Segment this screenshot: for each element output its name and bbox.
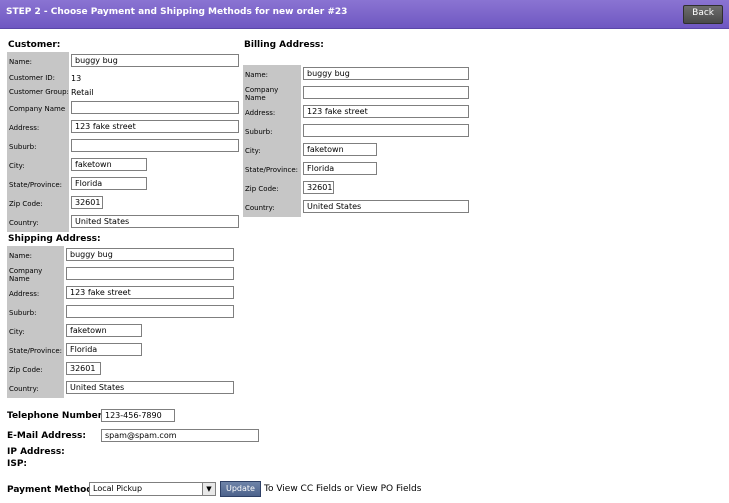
isp-label: ISP:	[7, 459, 28, 469]
billing-company-label: Company Name	[243, 84, 301, 103]
customer-company-input[interactable]	[71, 101, 239, 114]
customer-zip-label: Zip Code:	[7, 194, 69, 213]
billing-name-input[interactable]: buggy bug	[303, 67, 469, 80]
customer-name-label: Name:	[7, 52, 69, 71]
ip-address-label: IP Address:	[7, 447, 65, 457]
billing-state-label: State/Province:	[243, 160, 301, 179]
email-input[interactable]: spam@spam.com	[101, 429, 259, 442]
customer-id-label: Customer ID:	[7, 71, 69, 85]
customer-id-value: 13	[71, 73, 82, 83]
billing-zip-label: Zip Code:	[243, 179, 301, 198]
shipping-form: Name: buggy bug Company Name Address: 12…	[7, 246, 234, 398]
page-header: STEP 2 - Choose Payment and Shipping Met…	[0, 0, 729, 29]
customer-form: Name: buggy bug Customer ID: 13 Customer…	[7, 52, 239, 232]
customer-state-label: State/Province:	[7, 175, 69, 194]
customer-state-input[interactable]: Florida	[71, 177, 147, 190]
payment-hint-text: To View CC Fields or View PO Fields	[264, 484, 422, 494]
payment-method-label: Payment Method:	[7, 485, 97, 495]
billing-country-input[interactable]: United States	[303, 200, 469, 213]
customer-company-label: Company Name	[7, 99, 69, 118]
shipping-address-label: Address:	[7, 284, 64, 303]
back-button[interactable]: Back	[683, 5, 723, 24]
billing-suburb-label: Suburb:	[243, 122, 301, 141]
billing-city-input[interactable]: faketown	[303, 143, 377, 156]
shipping-name-label: Name:	[7, 246, 64, 265]
billing-state-input[interactable]: Florida	[303, 162, 377, 175]
shipping-state-label: State/Province:	[7, 341, 64, 360]
billing-suburb-input[interactable]	[303, 124, 469, 137]
shipping-suburb-label: Suburb:	[7, 303, 64, 322]
page-title: STEP 2 - Choose Payment and Shipping Met…	[6, 7, 348, 17]
phone-label: Telephone Number:	[7, 411, 106, 421]
billing-company-input[interactable]	[303, 86, 469, 99]
customer-city-label: City:	[7, 156, 69, 175]
customer-city-input[interactable]: faketown	[71, 158, 147, 171]
shipping-zip-label: Zip Code:	[7, 360, 64, 379]
payment-method-selected: Local Pickup	[93, 484, 143, 493]
customer-country-label: Country:	[7, 213, 69, 232]
billing-country-label: Country:	[243, 198, 301, 217]
customer-group-label: Customer Group:	[7, 85, 69, 99]
customer-address-label: Address:	[7, 118, 69, 137]
email-label: E-Mail Address:	[7, 431, 86, 441]
phone-input[interactable]: 123-456-7890	[101, 409, 175, 422]
customer-name-input[interactable]: buggy bug	[71, 54, 239, 67]
billing-address-input[interactable]: 123 fake street	[303, 105, 469, 118]
customer-suburb-label: Suburb:	[7, 137, 69, 156]
update-button[interactable]: Update	[220, 481, 261, 497]
shipping-section-title: Shipping Address:	[8, 234, 101, 244]
customer-suburb-input[interactable]	[71, 139, 239, 152]
shipping-company-input[interactable]	[66, 267, 234, 280]
shipping-country-input[interactable]: United States	[66, 381, 234, 394]
shipping-suburb-input[interactable]	[66, 305, 234, 318]
shipping-name-input[interactable]: buggy bug	[66, 248, 234, 261]
customer-zip-input[interactable]: 32601	[71, 196, 103, 209]
billing-form: Name: buggy bug Company Name Address: 12…	[243, 65, 469, 217]
shipping-zip-input[interactable]: 32601	[66, 362, 101, 375]
chevron-down-icon[interactable]: ▼	[202, 483, 215, 495]
billing-zip-input[interactable]: 32601	[303, 181, 334, 194]
shipping-address-input[interactable]: 123 fake street	[66, 286, 234, 299]
billing-section-title: Billing Address:	[244, 40, 324, 50]
billing-city-label: City:	[243, 141, 301, 160]
customer-group-value: Retail	[71, 87, 94, 97]
shipping-country-label: Country:	[7, 379, 64, 398]
payment-method-select[interactable]: Local Pickup ▼	[89, 482, 216, 496]
shipping-state-input[interactable]: Florida	[66, 343, 142, 356]
customer-section-title: Customer:	[8, 40, 61, 50]
customer-country-input[interactable]: United States	[71, 215, 239, 228]
billing-name-label: Name:	[243, 65, 301, 84]
billing-address-label: Address:	[243, 103, 301, 122]
shipping-company-label: Company Name	[7, 265, 64, 284]
shipping-city-input[interactable]: faketown	[66, 324, 142, 337]
shipping-city-label: City:	[7, 322, 64, 341]
customer-address-input[interactable]: 123 fake street	[71, 120, 239, 133]
